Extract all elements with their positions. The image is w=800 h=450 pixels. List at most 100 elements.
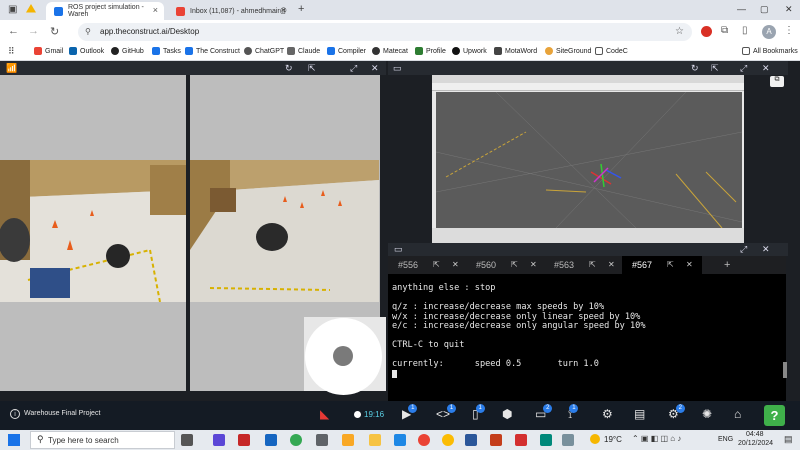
terminal-tab-563[interactable]: #563 ⇱ ✕ (544, 256, 622, 274)
clock-time: 04:48 (746, 431, 764, 438)
site-info-icon[interactable]: ⚲ (85, 23, 91, 41)
help-button[interactable]: ? (764, 405, 785, 426)
side-panel-icon[interactable]: ▯ (742, 25, 748, 36)
bookmark-label: The Construct (196, 47, 240, 55)
close-icon[interactable]: × (153, 5, 158, 15)
menu-icon[interactable]: ⋮ (784, 25, 794, 36)
book-icon[interactable]: ▤ (634, 407, 645, 421)
bookmark-claude[interactable]: Claude (287, 47, 320, 55)
terminal-tab-567[interactable]: #567 ⇱ ✕ (622, 256, 702, 274)
app-icon-gray[interactable] (562, 434, 574, 446)
all-bookmarks[interactable]: All Bookmarks (742, 47, 798, 55)
language-indicator[interactable]: ENG (718, 436, 733, 443)
drive-icon[interactable] (26, 4, 36, 13)
robot-icon[interactable]: ⚙ (602, 407, 613, 421)
info-icon[interactable]: i (10, 409, 20, 419)
minimize-icon[interactable]: — (737, 4, 746, 14)
chrome-icon-2[interactable] (418, 434, 430, 446)
tab-inbox[interactable]: Inbox (11,087) - ahmedhmair@ × (168, 2, 292, 20)
new-terminal-button[interactable]: + (714, 256, 734, 274)
tray-icons[interactable]: ⌃ ▣ ◧ ◫ ⌂ ♪ (632, 434, 681, 443)
close-icon[interactable]: × (281, 5, 286, 15)
windows-start-icon[interactable] (8, 434, 20, 446)
terminal-output[interactable] (388, 274, 786, 401)
chrome-icon[interactable] (290, 434, 302, 446)
tab-search-icon[interactable]: ▣ (8, 4, 17, 15)
reload-icon[interactable]: ↻ (50, 25, 59, 38)
expand-icon[interactable]: ⤢ (740, 244, 747, 255)
word-icon[interactable] (465, 434, 477, 446)
bookmark-tasks[interactable]: Tasks (152, 47, 181, 55)
popout-icon[interactable]: ⇱ (511, 256, 518, 274)
terminal-scrollbar[interactable] (783, 362, 787, 378)
terminal-tab-560[interactable]: #560 ⇱ ✕ (466, 256, 544, 274)
calculator-icon[interactable] (316, 434, 328, 446)
app-icon-red[interactable] (238, 434, 250, 446)
file-explorer-icon[interactable] (369, 434, 381, 446)
simulation-cube-icon[interactable]: ⬢ (502, 407, 512, 421)
tab-ros-project[interactable]: ROS project simulation - Wareh × (46, 2, 164, 20)
close-window-icon[interactable]: ✕ (785, 4, 793, 15)
chrome-icon-3[interactable] (442, 434, 454, 446)
close-icon[interactable]: ✕ (762, 63, 770, 74)
close-icon[interactable]: ✕ (686, 256, 693, 274)
bookmark-chatgpt[interactable]: ChatGPT (244, 47, 284, 55)
popout-icon[interactable]: ⇱ (667, 256, 674, 274)
popout-icon[interactable]: ⇱ (711, 63, 719, 74)
close-icon[interactable]: ✕ (530, 256, 537, 274)
close-icon[interactable]: ✕ (452, 256, 459, 274)
terminal-tab-556[interactable]: #556 ⇱ ✕ (388, 256, 466, 274)
app-icon-blue2[interactable] (394, 434, 406, 446)
url-input[interactable]: ⚲ app.theconstruct.ai/Desktop ☆ (78, 23, 692, 41)
powerpoint-icon[interactable] (490, 434, 502, 446)
bookmark-matecat[interactable]: Matecat (372, 47, 408, 55)
popout-icon[interactable]: ⇱ (433, 256, 440, 274)
back-icon[interactable]: ← (8, 25, 19, 37)
close-icon[interactable]: ✕ (762, 244, 770, 255)
forward-icon[interactable]: → (28, 25, 39, 37)
refresh-icon[interactable]: ↻ (691, 63, 699, 74)
app-icon-orange[interactable] (342, 434, 354, 446)
bookmark-outlook[interactable]: Outlook (69, 47, 104, 55)
bookmark-upwork[interactable]: Upwork (452, 47, 487, 55)
apps-grid-icon[interactable]: ⠿ (8, 46, 15, 57)
new-tab-button[interactable]: + (298, 3, 304, 15)
joystick-knob[interactable] (333, 346, 353, 366)
bookmark-gmail[interactable]: Gmail (34, 47, 63, 55)
taskbar-search-input[interactable]: ⚲ Type here to search (30, 431, 175, 449)
refresh-icon[interactable]: ↻ (285, 63, 293, 74)
extensions-puzzle-icon[interactable]: ⧉ (721, 25, 728, 36)
avatar[interactable]: A (762, 25, 776, 39)
popout-icon[interactable]: ⇱ (589, 256, 596, 274)
ai-assistant-icon[interactable]: ✺ (702, 407, 712, 421)
real-robot-icon[interactable]: ⚙ 2 (668, 404, 685, 421)
popout-icon[interactable]: ⇱ (308, 63, 316, 74)
bookmark-profile[interactable]: Profile (415, 47, 446, 55)
bookmark-star-icon[interactable]: ☆ (675, 23, 684, 41)
bookmark-motaword[interactable]: MotaWord (494, 47, 537, 55)
monitor-tool-icon[interactable]: ▭ 2 (535, 404, 553, 421)
expand-icon[interactable]: ⤢ (740, 63, 747, 74)
extension-icon[interactable] (701, 26, 712, 37)
notebook-icon[interactable]: ▯ 1 (472, 404, 485, 421)
terminal-tool-icon[interactable]: ▶ 1 (402, 404, 418, 421)
app-icon-purple[interactable] (213, 434, 225, 446)
expand-icon[interactable]: ⤢ (350, 63, 357, 74)
bookmark-github[interactable]: GitHub (111, 47, 144, 55)
code-editor-icon[interactable]: <> 1 (436, 404, 457, 421)
task-view-icon[interactable] (181, 434, 193, 446)
bookmark-compiler[interactable]: Compiler (327, 47, 366, 55)
bookmark-the-construct[interactable]: The Construct (185, 47, 240, 55)
home-icon[interactable]: ⌂ (734, 407, 741, 421)
close-icon[interactable]: ✕ (608, 256, 615, 274)
bookmark-codec[interactable]: CodeC (595, 47, 628, 55)
app-icon-teal[interactable] (540, 434, 552, 446)
maximize-icon[interactable]: ▢ (760, 4, 769, 15)
screenshot-icon[interactable]: ⧉ (770, 76, 784, 87)
notifications-icon[interactable]: ▤ (784, 434, 793, 445)
close-icon[interactable]: ✕ (371, 63, 379, 74)
pdf-icon[interactable] (515, 434, 527, 446)
app-icon-blue[interactable] (265, 434, 277, 446)
network-icon[interactable]: ⟟ 1 (568, 404, 579, 422)
bookmark-siteground[interactable]: SiteGround (545, 47, 591, 55)
